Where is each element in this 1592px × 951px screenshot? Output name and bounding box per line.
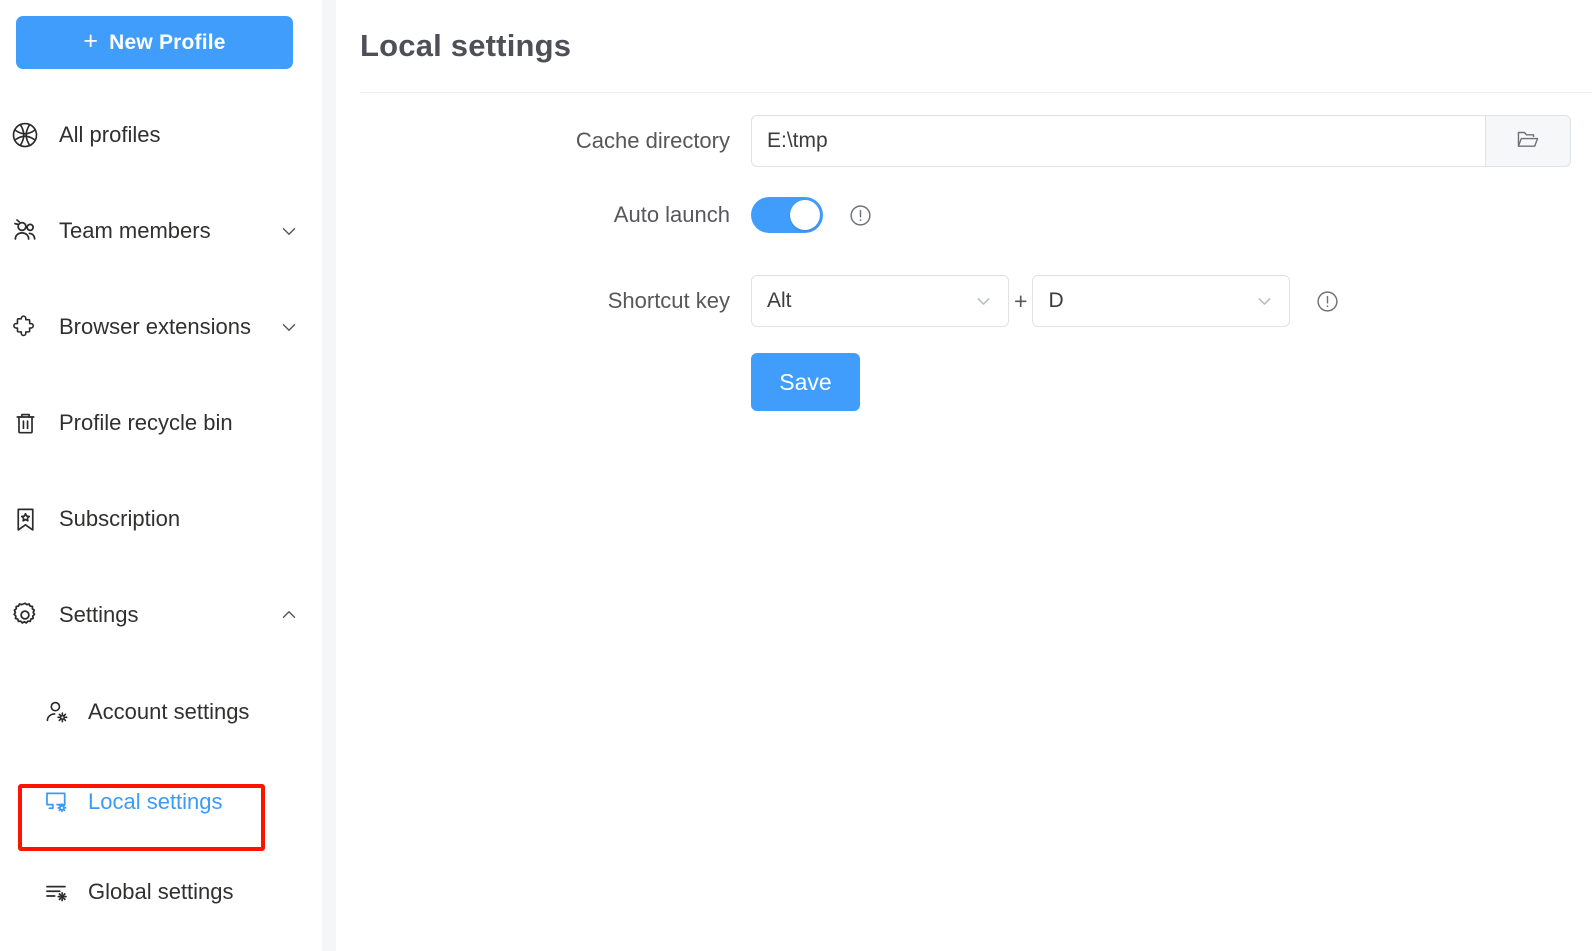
sidebar-item-label: Account settings xyxy=(88,699,250,724)
exclamation-circle-icon[interactable] xyxy=(1315,289,1340,314)
new-profile-label: New Profile xyxy=(109,30,226,54)
shortcut-separator: + xyxy=(1014,287,1028,314)
team-icon xyxy=(8,214,42,248)
sidebar-item-label: Subscription xyxy=(59,506,181,531)
sidebar-item-label: Local settings xyxy=(88,789,223,814)
chevron-down-icon[interactable] xyxy=(278,316,300,338)
sidebar-divider xyxy=(322,0,336,951)
sidebar-item-label: All profiles xyxy=(59,122,161,147)
trash-icon xyxy=(8,406,42,440)
sidebar-item-local-settings[interactable]: Local settings xyxy=(0,776,322,828)
sidebar-item-team-members[interactable]: Team members xyxy=(0,206,322,256)
shortcut-key-select[interactable]: D xyxy=(1032,275,1291,327)
person-gear-icon xyxy=(42,697,72,727)
shortcut-key-value: D xyxy=(1048,289,1064,312)
plus-icon: + xyxy=(83,27,99,55)
sidebar-item-global-settings[interactable]: Global settings xyxy=(0,866,322,918)
auto-launch-row: Auto launch xyxy=(336,172,1592,258)
local-settings-form: Cache directory Auto launch xyxy=(336,110,1592,420)
page-title: Local settings xyxy=(360,28,572,63)
auto-launch-label: Auto launch xyxy=(613,202,730,227)
title-divider xyxy=(360,92,1592,93)
gear-icon xyxy=(8,598,42,632)
sidebar-item-label: Settings xyxy=(59,602,139,627)
cache-directory-input[interactable] xyxy=(751,115,1485,167)
chevron-down-icon[interactable] xyxy=(278,220,300,242)
sidebar-item-all-profiles[interactable]: All profiles xyxy=(0,110,322,160)
sidebar-nav: All profiles Team members Browser extens… xyxy=(0,110,322,951)
browse-folder-button[interactable] xyxy=(1485,115,1571,167)
shortcut-key-row: Shortcut key Alt + D xyxy=(336,258,1592,344)
sidebar-item-subscription[interactable]: Subscription xyxy=(0,494,322,544)
cache-directory-group xyxy=(751,115,1571,167)
toggle-knob xyxy=(790,200,820,230)
auto-launch-toggle[interactable] xyxy=(751,197,823,233)
puzzle-icon xyxy=(8,310,42,344)
shortcut-key-label: Shortcut key xyxy=(607,288,730,313)
sidebar-item-label: Profile recycle bin xyxy=(59,410,233,435)
shortcut-modifier-value: Alt xyxy=(767,289,792,312)
monitor-gear-icon xyxy=(42,787,72,817)
folder-open-icon xyxy=(1515,126,1541,157)
chevron-up-icon[interactable] xyxy=(278,604,300,626)
exclamation-circle-icon[interactable] xyxy=(848,203,873,228)
sidebar-item-profile-recycle-bin[interactable]: Profile recycle bin xyxy=(0,398,322,448)
cache-directory-row: Cache directory xyxy=(336,110,1592,172)
globe-icon xyxy=(8,118,42,152)
sidebar-item-label: Browser extensions xyxy=(59,314,251,339)
chevron-down-icon xyxy=(973,291,994,312)
sidebar-item-account-settings[interactable]: Account settings xyxy=(0,686,322,738)
app-window: + New Profile All profiles Team members … xyxy=(0,0,1592,951)
sliders-gear-icon xyxy=(42,877,72,907)
sidebar: + New Profile All profiles Team members … xyxy=(0,0,322,951)
shortcut-modifier-select[interactable]: Alt xyxy=(751,275,1009,327)
chevron-down-icon xyxy=(1254,291,1275,312)
save-button[interactable]: Save xyxy=(751,353,860,411)
sidebar-item-browser-extensions[interactable]: Browser extensions xyxy=(0,302,322,352)
sidebar-item-label: Team members xyxy=(59,218,211,243)
sidebar-item-settings[interactable]: Settings xyxy=(0,590,322,640)
sidebar-item-label: Global settings xyxy=(88,879,234,904)
main-content: Local settings Cache directory E:\tmp Au… xyxy=(336,0,1592,951)
new-profile-button[interactable]: + New Profile xyxy=(16,16,293,69)
save-row: Save xyxy=(336,344,1592,420)
bookmark-star-icon xyxy=(8,502,42,536)
cache-directory-label: Cache directory xyxy=(575,128,730,153)
